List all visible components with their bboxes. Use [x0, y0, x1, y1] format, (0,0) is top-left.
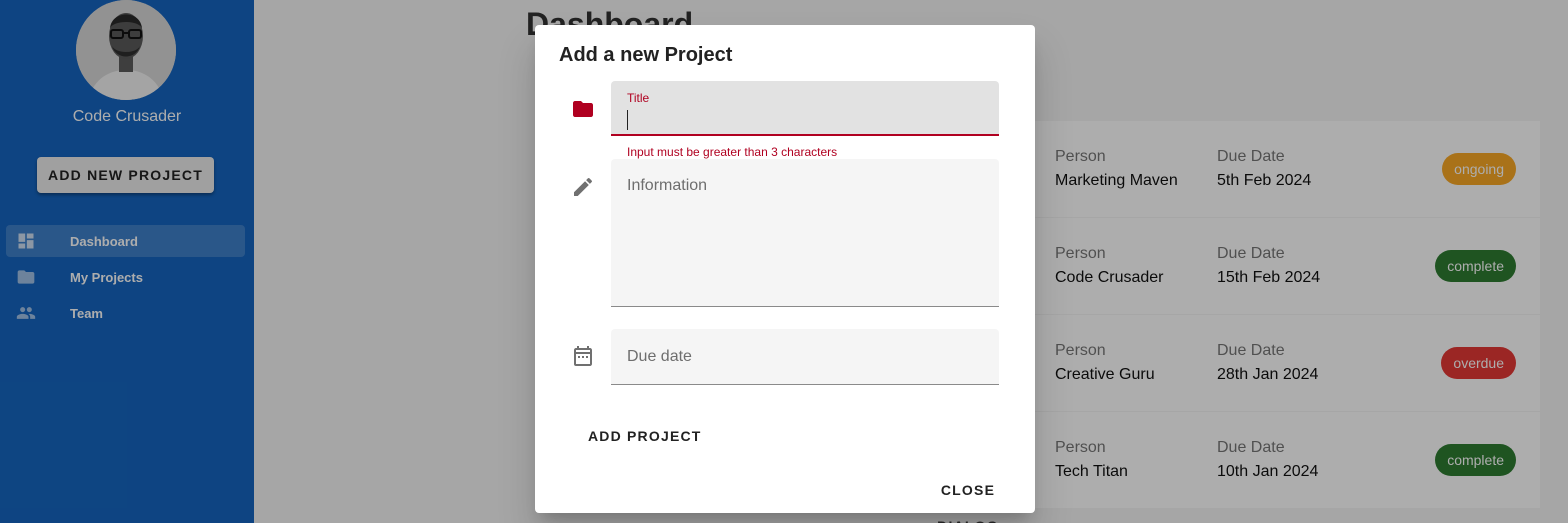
- text-caret: [627, 110, 628, 130]
- title-field[interactable]: Title: [611, 81, 999, 136]
- add-project-button[interactable]: ADD PROJECT: [580, 418, 710, 454]
- close-dialog-button[interactable]: CLOSE DIALOG: [901, 472, 1035, 523]
- dialog-title: Add a new Project: [559, 44, 733, 66]
- folder-icon: [571, 97, 595, 121]
- title-error-message: Input must be greater than 3 characters: [627, 145, 838, 159]
- title-field-label: Title: [627, 91, 650, 105]
- information-field[interactable]: [611, 159, 999, 307]
- pencil-icon: [571, 175, 595, 199]
- due-date-input[interactable]: [627, 346, 983, 368]
- information-input[interactable]: [627, 177, 983, 297]
- title-input[interactable]: [627, 109, 977, 131]
- calendar-icon: [571, 344, 595, 368]
- due-date-field[interactable]: [611, 329, 999, 385]
- add-project-dialog: Add a new Project Title Input must be gr…: [535, 25, 1035, 523]
